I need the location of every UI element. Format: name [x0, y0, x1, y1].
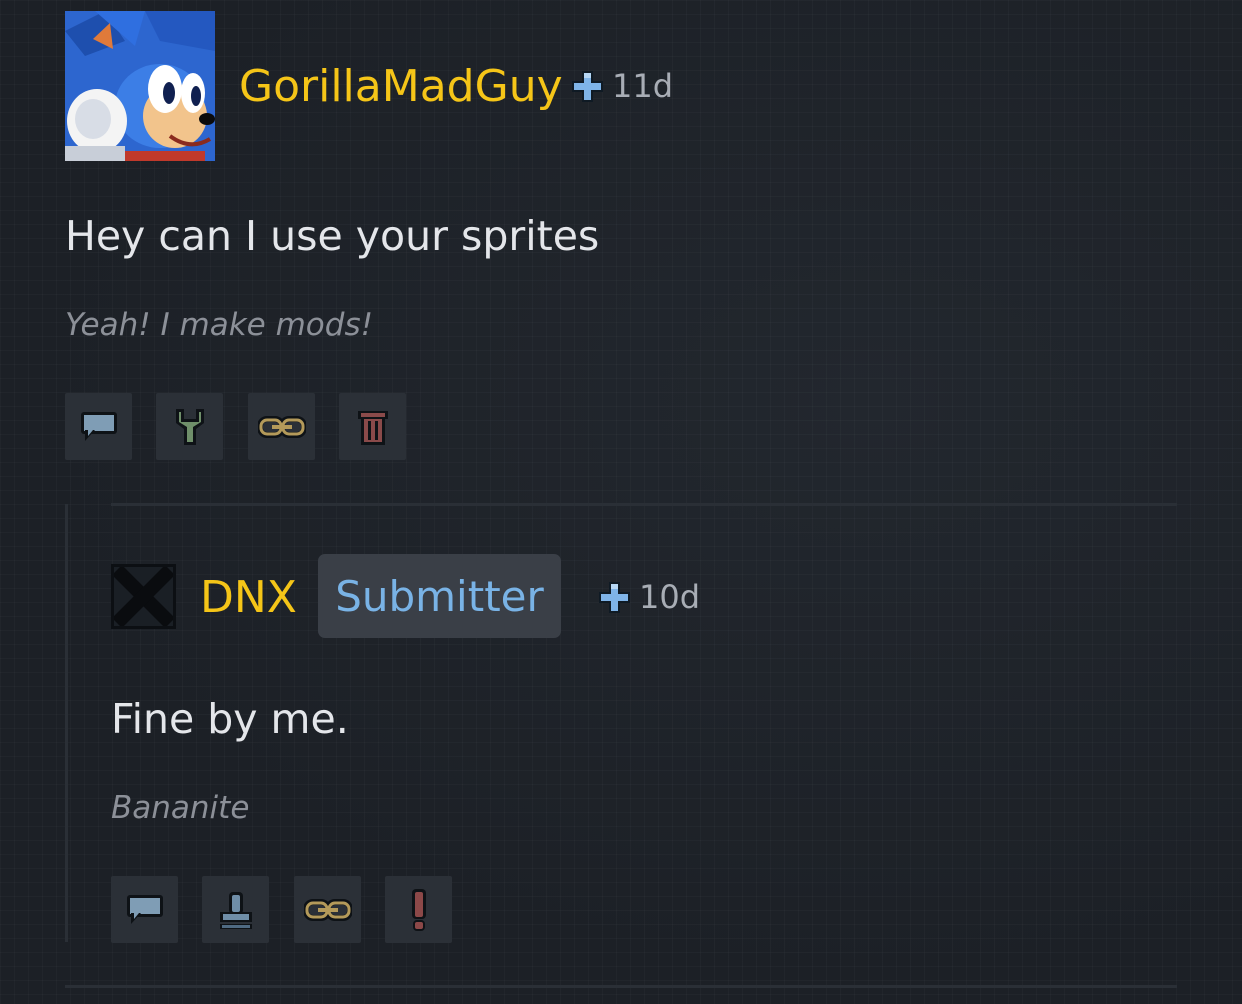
- delete-button[interactable]: [339, 393, 406, 460]
- edit-button[interactable]: [156, 393, 223, 460]
- reply-username[interactable]: DNX: [200, 572, 297, 624]
- link-button[interactable]: [294, 876, 361, 943]
- sonic-avatar-icon: [65, 11, 215, 161]
- avatar[interactable]: [65, 11, 215, 161]
- link-icon: [257, 415, 306, 438]
- report-button[interactable]: [385, 876, 452, 943]
- comment-username[interactable]: GorillaMadGuy: [239, 61, 563, 113]
- trash-icon: [357, 410, 388, 445]
- x-avatar-icon: [111, 564, 176, 629]
- stamp-icon: [219, 891, 252, 929]
- upvote-plus-icon[interactable]: [598, 581, 631, 614]
- comment-signature: Yeah! I make mods!: [65, 307, 374, 343]
- reply-signature: Bananite: [111, 790, 250, 826]
- link-icon: [303, 898, 352, 921]
- link-button[interactable]: [248, 393, 315, 460]
- divider: [111, 503, 1177, 506]
- comment-text: Hey can I use your sprites: [65, 212, 600, 260]
- avatar[interactable]: [111, 564, 176, 629]
- reply-button[interactable]: [111, 876, 178, 943]
- reply-icon: [126, 894, 163, 924]
- divider: [65, 985, 1177, 988]
- reply-button[interactable]: [65, 393, 132, 460]
- thread-line: [65, 504, 68, 942]
- reply-time: 10d: [639, 578, 701, 616]
- comment-time: 11d: [612, 67, 674, 105]
- report-icon: [411, 888, 426, 931]
- reply-icon: [80, 411, 117, 441]
- reply-text: Fine by me.: [111, 695, 349, 743]
- stamp-button[interactable]: [202, 876, 269, 943]
- submitter-badge: Submitter: [318, 554, 561, 638]
- wrench-icon: [175, 408, 204, 445]
- upvote-plus-icon[interactable]: [571, 70, 604, 103]
